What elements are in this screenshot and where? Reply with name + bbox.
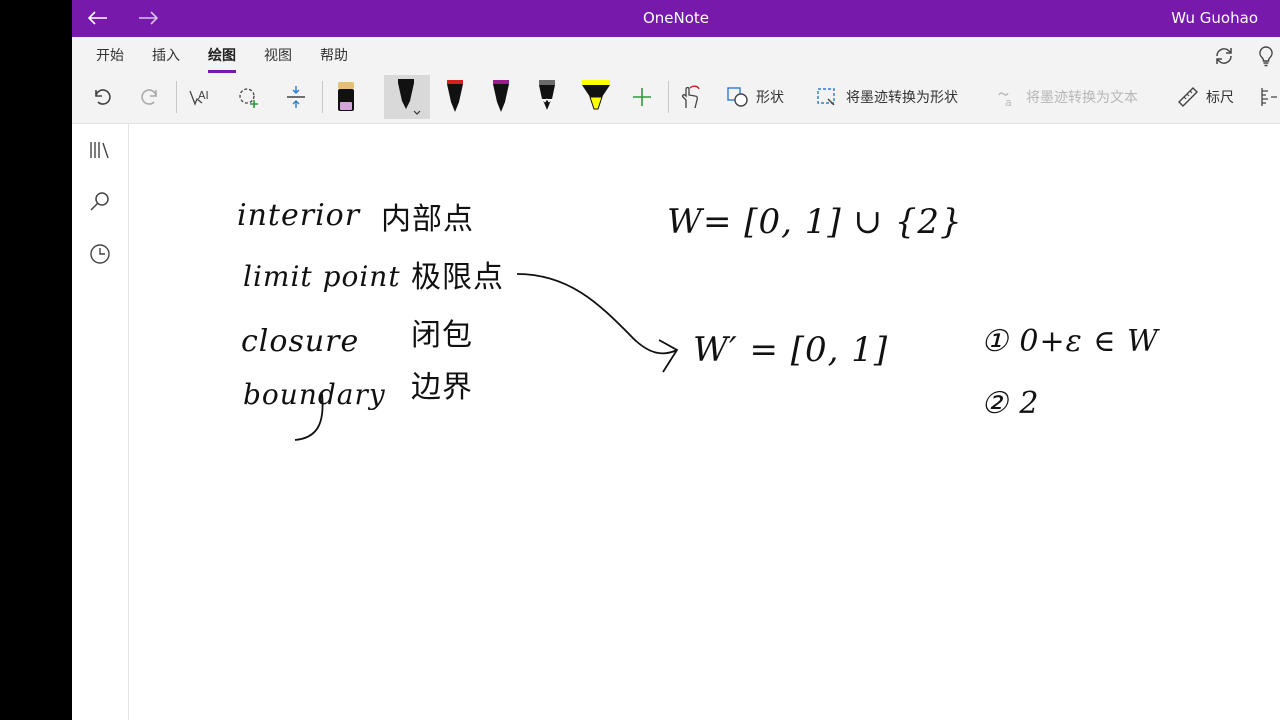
undo-icon: [95, 89, 111, 105]
ink-item-two[interactable]: ② 2: [981, 386, 1040, 421]
pencil-button[interactable]: [532, 75, 562, 119]
ink-term-limit-point[interactable]: limit point: [243, 260, 401, 293]
ink-w-prime-definition[interactable]: W′ = [0, 1]: [693, 330, 888, 370]
draw-with-touch-button[interactable]: [676, 75, 704, 119]
ink-term-boundary[interactable]: boundary: [243, 378, 386, 411]
type-select-button[interactable]: AI: [184, 75, 216, 119]
add-space-button[interactable]: [280, 75, 312, 119]
sync-button[interactable]: [1210, 42, 1238, 70]
sync-icon: [1216, 48, 1232, 64]
left-navigation: [72, 124, 129, 720]
shapes-label: 形状: [756, 90, 784, 106]
tab-insert[interactable]: 插入: [138, 37, 194, 75]
recent-notes-button[interactable]: [86, 240, 114, 268]
app-title: OneNote: [642, 9, 710, 27]
tab-help[interactable]: 帮助: [306, 37, 362, 75]
ink-to-text-button[interactable]: a 将墨迹转换为文本: [996, 75, 1138, 119]
ruler-icon: [1178, 87, 1198, 107]
more-tools-button[interactable]: [1258, 75, 1278, 119]
undo-button[interactable]: [86, 75, 118, 119]
lasso-select-button[interactable]: [232, 75, 264, 119]
draw-toolbar: AI 形状 将墨迹转换为形状 a 将墨迹转换为文本 标尺: [72, 75, 1280, 123]
ink-to-shape-button[interactable]: 将墨迹转换为形状: [816, 75, 958, 119]
ink-term-limit-point-zh[interactable]: 极限点: [411, 252, 504, 296]
tab-view[interactable]: 视图: [250, 37, 306, 75]
ink-term-closure[interactable]: closure: [241, 324, 359, 359]
ink-arrow-stroke: [516, 273, 678, 355]
ink-to-text-label: 将墨迹转换为文本: [1026, 90, 1138, 106]
redo-button[interactable]: [134, 75, 166, 119]
add-pen-button[interactable]: [628, 75, 656, 119]
ruler-label: 标尺: [1206, 90, 1234, 106]
ruler-vertical-icon: [1261, 88, 1277, 106]
separator: [176, 81, 177, 113]
shapes-button[interactable]: 形状: [726, 75, 784, 119]
lasso-icon: [239, 88, 258, 108]
ink-w-definition[interactable]: W= [0, 1] ∪ {2}: [667, 202, 963, 242]
add-space-icon: [287, 86, 305, 108]
ink-term-interior-zh[interactable]: 内部点: [381, 194, 474, 238]
title-bar: OneNote Wu Guohao: [72, 0, 1280, 37]
tell-me-button[interactable]: [1252, 42, 1280, 70]
onenote-window: OneNote Wu Guohao 开始 插入 绘图 视图 帮助 AI 形状 将…: [72, 0, 1280, 720]
forward-button[interactable]: [134, 5, 162, 31]
ribbon: 开始 插入 绘图 视图 帮助 AI 形状 将墨迹转换为形状 a 将墨迹转换为文本…: [72, 37, 1280, 124]
touch-draw-icon: [681, 85, 700, 109]
shapes-icon: [727, 87, 748, 107]
plus-icon: [633, 88, 651, 106]
text-select-icon: AI: [189, 89, 209, 106]
notebooks-button[interactable]: [86, 136, 114, 164]
tab-draw[interactable]: 绘图: [194, 37, 250, 75]
ruler-button[interactable]: 标尺: [1176, 75, 1234, 119]
ink-to-shape-icon: [817, 88, 835, 106]
lightbulb-icon: [1259, 46, 1273, 67]
search-button[interactable]: [86, 188, 114, 216]
back-arrow-icon: [88, 11, 107, 25]
pen-red-icon: [447, 80, 463, 112]
pen-red-button[interactable]: [440, 75, 470, 119]
eraser-button[interactable]: [332, 75, 360, 119]
highlighter-icon: [582, 80, 610, 110]
ink-to-text-icon: a: [998, 92, 1012, 109]
ink-arrow-head: [658, 339, 679, 373]
search-icon: [90, 192, 109, 211]
svg-text:a: a: [1005, 96, 1012, 109]
ribbon-tabs: 开始 插入 绘图 视图 帮助: [82, 37, 362, 75]
forward-arrow-icon: [139, 11, 158, 25]
back-button[interactable]: [84, 5, 112, 31]
separator: [322, 81, 323, 113]
tab-home[interactable]: 开始: [82, 37, 138, 75]
pen-black-button[interactable]: [384, 75, 430, 119]
ink-term-boundary-zh[interactable]: 边界: [411, 362, 473, 406]
user-name[interactable]: Wu Guohao: [1171, 9, 1258, 27]
highlighter-button[interactable]: [578, 75, 614, 119]
redo-icon: [141, 89, 157, 105]
ink-term-closure-zh[interactable]: 闭包: [411, 310, 473, 354]
ink-item-one[interactable]: ① 0+ε ∈ W: [981, 324, 1159, 359]
pencil-icon: [539, 80, 555, 113]
ink-to-shape-label: 将墨迹转换为形状: [846, 90, 958, 106]
separator: [668, 81, 669, 113]
pen-purple-icon: [493, 80, 509, 112]
pen-black-icon: [398, 79, 421, 115]
pen-purple-button[interactable]: [486, 75, 516, 119]
eraser-icon: [338, 82, 354, 111]
note-canvas[interactable]: interior 内部点 limit point 极限点 closure 闭包 …: [129, 124, 1280, 720]
clock-icon: [90, 244, 110, 264]
ribbon-right-tools: [1210, 42, 1280, 70]
svg-text:AI: AI: [198, 89, 209, 102]
ink-term-interior[interactable]: interior: [237, 198, 360, 233]
library-icon: [90, 142, 109, 159]
